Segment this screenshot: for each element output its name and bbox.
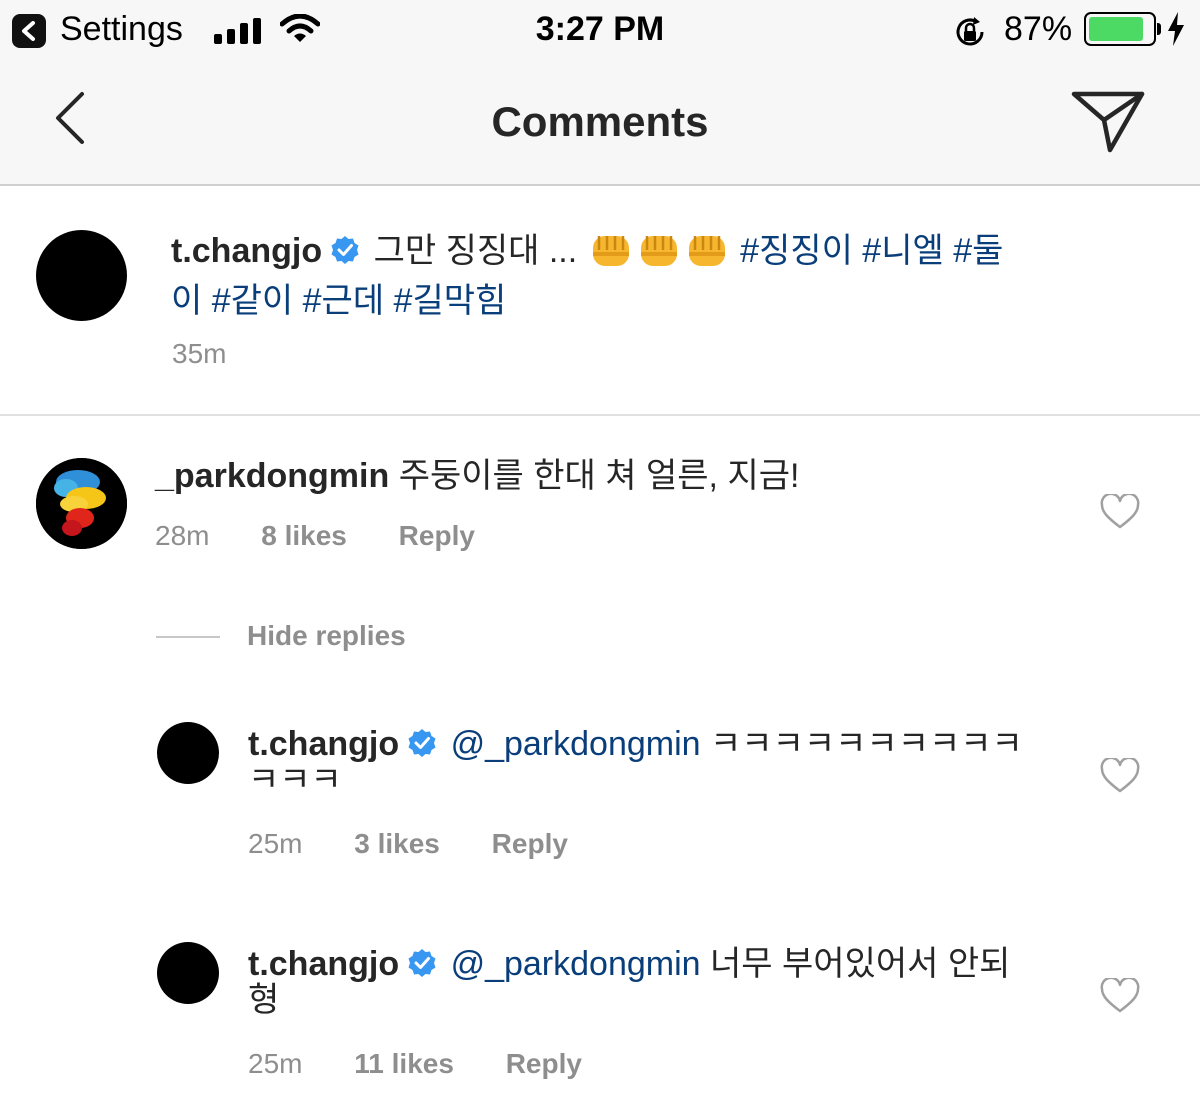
fist-emoji-icon [589, 230, 633, 280]
battery-icon [1084, 12, 1156, 46]
reply-mention[interactable]: @_parkdongmin [451, 725, 701, 763]
battery-cap [1157, 23, 1161, 35]
hide-replies-button[interactable]: Hide replies [247, 620, 406, 652]
reply-username[interactable]: t.changjo [248, 725, 399, 763]
caption-time: 35m [172, 338, 227, 369]
caption-text: t.changjo 그만 징징대 ... #징징이 #니엘 #둘 이 #같이 #… [171, 230, 1051, 322]
reply-text: t.changjo @_parkdongmin ㅋㅋㅋㅋㅋㅋㅋㅋㅋㅋ ㅋㅋㅋ [248, 726, 1023, 798]
battery-fill [1089, 17, 1143, 41]
caption-hashtags-line1[interactable]: #징징이 #니엘 #둘 [740, 232, 1003, 270]
reply-body-line2: ㅋㅋㅋ [248, 761, 342, 799]
reply-likes[interactable]: 11 likes [354, 1048, 454, 1079]
replies-divider [156, 636, 220, 638]
heart-icon[interactable] [1100, 758, 1140, 794]
reply-body-line1: 너무 부어있어서 안되 [710, 945, 1011, 983]
reply-time: 25m [248, 1048, 303, 1079]
avatar[interactable] [157, 722, 219, 784]
smoke-avatar-image [36, 458, 127, 549]
comment-body: 주둥이를 한대 쳐 얼른, 지금! [398, 457, 800, 495]
nav-bar: Comments [0, 62, 1200, 186]
comment-username[interactable]: _parkdongmin [155, 457, 389, 495]
reply-button[interactable]: Reply [399, 520, 475, 551]
reply-mention[interactable]: @_parkdongmin [451, 945, 701, 983]
fist-emoji-icon [685, 230, 729, 280]
wifi-icon [280, 14, 320, 42]
chevron-left-icon[interactable] [48, 88, 96, 148]
verified-badge-icon [408, 729, 436, 757]
heart-icon[interactable] [1100, 978, 1140, 1014]
heart-icon[interactable] [1100, 494, 1140, 530]
reply-meta: 25m 11 likes Reply [248, 1048, 626, 1080]
post-caption: t.changjo 그만 징징대 ... #징징이 #니엘 #둘 이 #같이 #… [0, 186, 1200, 416]
reply-time: 25m [248, 828, 303, 859]
verified-badge-icon [408, 949, 436, 977]
avatar[interactable] [157, 942, 219, 1004]
comment-meta: 28m 8 likes Reply [155, 520, 519, 552]
reply-likes[interactable]: 3 likes [354, 828, 440, 859]
fist-emoji-icon [637, 230, 681, 280]
reply-body-line2: 형 [248, 981, 280, 1019]
avatar[interactable] [36, 230, 127, 321]
reply-button[interactable]: Reply [492, 828, 568, 859]
reply-button[interactable]: Reply [506, 1048, 582, 1079]
reply-username[interactable]: t.changjo [248, 945, 399, 983]
caption-username[interactable]: t.changjo [171, 232, 322, 270]
back-app-label[interactable]: Settings [60, 10, 183, 49]
reply-meta: 25m 3 likes Reply [248, 828, 612, 860]
signal-icon [214, 18, 261, 44]
direct-send-icon[interactable] [1070, 88, 1146, 154]
back-to-app-icon[interactable] [12, 14, 46, 48]
orientation-lock-icon [956, 17, 984, 46]
charging-icon [1168, 12, 1184, 46]
comment-text: _parkdongmin 주둥이를 한대 쳐 얼른, 지금! [155, 458, 799, 494]
verified-badge-icon [331, 236, 359, 264]
comment-likes[interactable]: 8 likes [261, 520, 347, 551]
status-bar: Settings 3:27 PM 87% [0, 0, 1200, 62]
caption-hashtags-line2[interactable]: 이 #같이 #근데 #길막힘 [171, 282, 506, 320]
battery-percent: 87% [1004, 10, 1073, 48]
caption-body: 그만 징징대 ... [373, 232, 578, 270]
page-title: Comments [491, 98, 709, 145]
avatar[interactable] [36, 458, 127, 549]
comment-time: 28m [155, 520, 210, 551]
reply-text: t.changjo @_parkdongmin 너무 부어있어서 안되 형 [248, 946, 1010, 1018]
reply-body-line1: ㅋㅋㅋㅋㅋㅋㅋㅋㅋㅋ [710, 725, 1023, 763]
